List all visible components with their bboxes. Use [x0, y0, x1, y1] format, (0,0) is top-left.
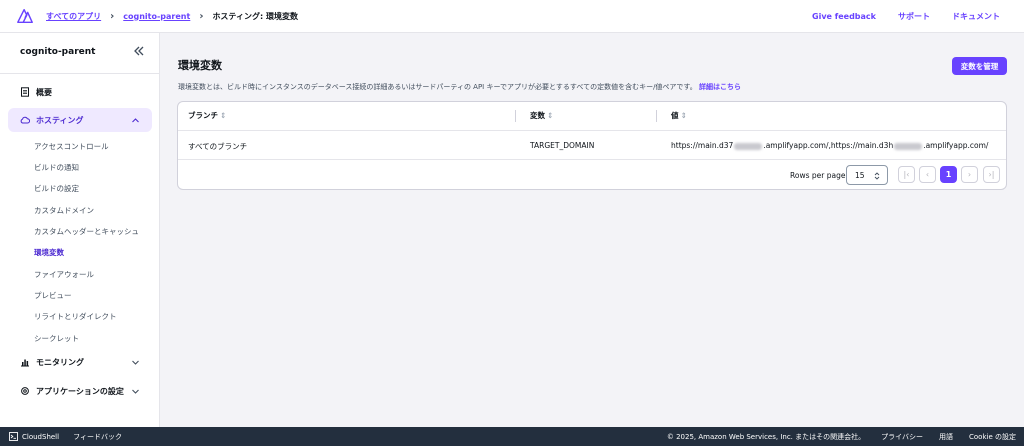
last-page-button[interactable]: ›|	[983, 166, 1000, 183]
sidebar-subitem-previews[interactable]: プレビュー	[34, 290, 72, 301]
select-arrows-icon	[874, 172, 880, 180]
sidebar: cognito-parent 概要 ホスティング アクセスコントロール ビルドの…	[0, 33, 160, 427]
sidebar-item-label: ホスティング	[36, 115, 84, 125]
chevron-left-icon: ‹	[925, 170, 930, 179]
chevron-up-icon	[132, 118, 139, 123]
sidebar-subitem-custom-domains[interactable]: カスタムドメイン	[34, 205, 94, 216]
sidebar-subitem-environment-variables[interactable]: 環境変数	[34, 247, 64, 258]
page-title: 環境変数	[178, 59, 222, 72]
row-divider	[178, 159, 1006, 160]
breadcrumb-app[interactable]: cognito-parent	[123, 12, 190, 21]
sort-icon: ⇕	[220, 111, 227, 120]
sidebar-app-name: cognito-parent	[20, 47, 96, 57]
redacted-text	[734, 142, 763, 150]
manage-variables-button[interactable]: 変数を管理	[952, 57, 1007, 75]
column-header-variable[interactable]: 変数 ⇕	[530, 110, 553, 121]
support-link[interactable]: サポート	[898, 11, 930, 22]
document-icon	[21, 87, 29, 97]
chevron-right-icon: ›	[199, 10, 204, 22]
sidebar-item-label: モニタリング	[36, 357, 84, 367]
sidebar-subitem-access-control[interactable]: アクセスコントロール	[34, 141, 109, 152]
page-button-current[interactable]: 1	[940, 166, 957, 183]
description-text: 環境変数とは、ビルド時にインスタンスのデータベース接続の詳細あるいはサードパーテ…	[178, 83, 697, 91]
sidebar-item-label: 概要	[36, 87, 52, 97]
sort-icon: ⇕	[547, 111, 554, 120]
sidebar-subitem-build-settings[interactable]: ビルドの設定	[34, 183, 79, 194]
gear-icon	[21, 387, 29, 395]
documentation-link[interactable]: ドキュメント	[952, 11, 1000, 22]
chevron-right-icon: ›	[967, 170, 972, 179]
column-resizer[interactable]	[656, 110, 657, 122]
breadcrumb-all-apps[interactable]: すべてのアプリ	[46, 11, 101, 22]
privacy-link[interactable]: プライバシー	[881, 432, 923, 442]
chevron-down-icon	[132, 360, 139, 365]
rows-per-page-label: Rows per page	[790, 171, 846, 180]
sidebar-subitem-firewall[interactable]: ファイアウォール	[34, 269, 94, 280]
sidebar-item-monitoring[interactable]: モニタリング	[8, 350, 152, 374]
footer-feedback-link[interactable]: フィードバック	[73, 432, 122, 442]
redacted-text	[894, 142, 923, 150]
chevron-down-icon	[132, 389, 139, 394]
header-divider	[178, 130, 1006, 131]
column-resizer[interactable]	[515, 110, 516, 122]
cell-branch: すべてのブランチ	[188, 142, 248, 151]
previous-page-button[interactable]: ‹	[919, 166, 936, 183]
last-page-icon: ›|	[988, 170, 995, 179]
page-description: 環境変数とは、ビルド時にインスタンスのデータベース接続の詳細あるいはサードパーテ…	[178, 82, 741, 92]
amplify-logo-icon[interactable]	[16, 7, 34, 25]
sort-icon: ⇕	[680, 111, 687, 120]
breadcrumb: すべてのアプリ › cognito-parent › ホスティング: 環境変数	[46, 11, 298, 22]
chevron-right-icon: ›	[110, 10, 115, 22]
sidebar-divider	[0, 73, 160, 74]
column-header-branch[interactable]: ブランチ ⇕	[188, 110, 226, 121]
rows-per-page-select[interactable]: 15	[846, 165, 888, 185]
console-footer: CloudShell フィードバック © 2025, Amazon Web Se…	[0, 427, 1024, 446]
cloud-icon	[20, 116, 30, 124]
sidebar-item-label: アプリケーションの設定	[36, 386, 124, 396]
sidebar-subitem-build-notifications[interactable]: ビルドの通知	[34, 162, 79, 173]
environment-variables-table: ブランチ ⇕ 変数 ⇕ 値 ⇕ すべてのブランチ TARGET_DOMAIN http…	[177, 101, 1007, 190]
sidebar-subitem-custom-headers[interactable]: カスタムヘッダーとキャッシュ	[34, 226, 139, 237]
give-feedback-link[interactable]: Give feedback	[812, 12, 876, 21]
sidebar-item-app-settings[interactable]: アプリケーションの設定	[8, 379, 152, 403]
cell-value: https://main.d37 .amplifyapp.com/,https:/…	[671, 141, 989, 150]
collapse-sidebar-icon[interactable]	[132, 44, 146, 58]
learn-more-link[interactable]: 詳細はこちら	[699, 83, 741, 91]
copyright-text: © 2025, Amazon Web Services, Inc. またはその関…	[666, 432, 866, 441]
breadcrumb-current: ホスティング: 環境変数	[212, 11, 298, 21]
top-navigation: すべてのアプリ › cognito-parent › ホスティング: 環境変数 …	[0, 0, 1024, 33]
column-header-value[interactable]: 値 ⇕	[671, 110, 687, 121]
next-page-button[interactable]: ›	[961, 166, 978, 183]
sidebar-subitem-secrets[interactable]: シークレット	[34, 333, 79, 344]
cloudshell-link[interactable]: CloudShell	[22, 433, 59, 441]
first-page-button[interactable]: |‹	[898, 166, 915, 183]
sidebar-item-hosting[interactable]: ホスティング	[8, 108, 152, 132]
terms-link[interactable]: 用語	[939, 432, 953, 442]
sidebar-subitem-rewrites-redirects[interactable]: リライトとリダイレクト	[34, 311, 117, 322]
sidebar-item-overview[interactable]: 概要	[8, 80, 152, 104]
bar-chart-icon	[21, 359, 29, 367]
cloudshell-icon[interactable]	[9, 432, 18, 441]
cell-variable: TARGET_DOMAIN	[530, 141, 595, 150]
first-page-icon: |‹	[903, 170, 910, 179]
cookie-preferences-link[interactable]: Cookie の設定	[969, 432, 1016, 442]
